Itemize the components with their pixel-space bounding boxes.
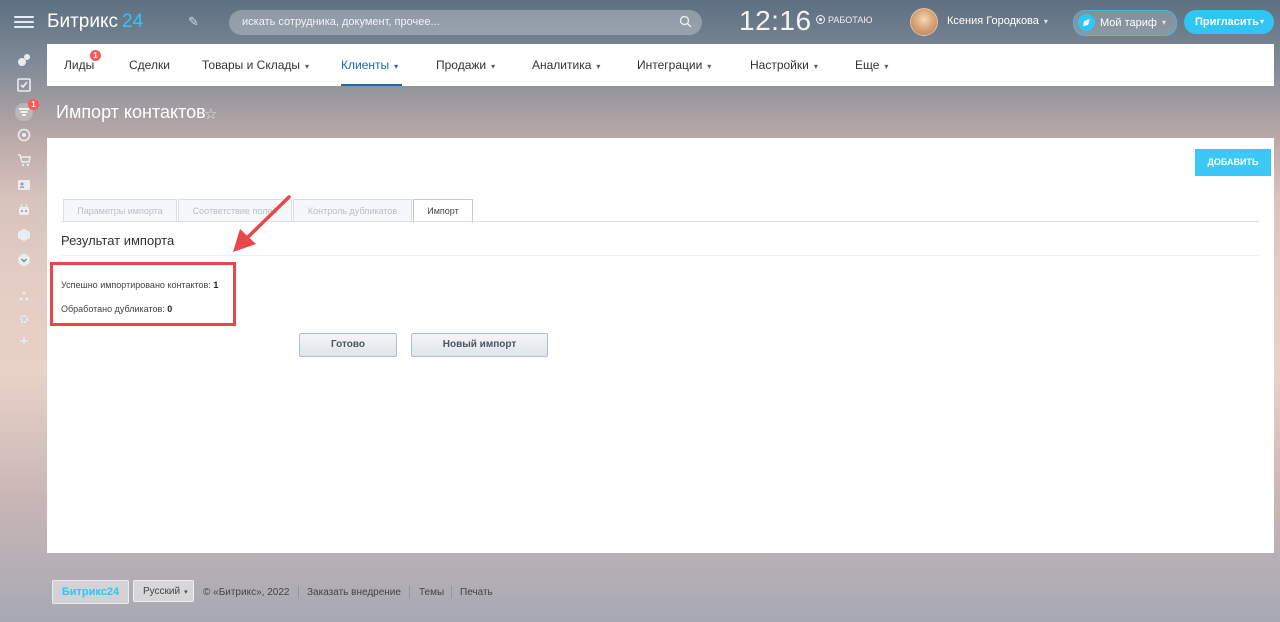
menu-item-deals[interactable]: Сделки [129,58,170,72]
box-icon[interactable] [17,228,31,242]
active-menu-underline [341,84,402,86]
work-status-label: РАБОТАЮ [828,15,873,25]
chevron-down-icon: ▾ [813,62,818,71]
crm-menu: Лиды 1 Сделки Товары и Склады ▾ Клиенты ▾ … [47,44,1274,86]
menu-item-label: Настройки [750,58,809,72]
chevron-down-icon: ▾ [394,62,399,71]
edit-icon[interactable]: ✎ [188,14,199,30]
invite-button[interactable]: Пригласить ▾ [1184,10,1274,34]
contacts-icon[interactable] [17,178,31,192]
menu-item-label: Интеграции [637,58,703,72]
tab-duplicate-control[interactable]: Контроль дубликатов [293,199,412,222]
search-placeholder: искать сотрудника, документ, прочее... [242,16,440,28]
cart-icon[interactable] [17,153,31,167]
menu-item-label: Аналитика [532,58,592,72]
crm-badge: 1 [28,99,39,110]
menu-item-products[interactable]: Товары и Склады ▾ [202,58,309,72]
rocket-icon [1078,14,1095,31]
tab-import-params[interactable]: Параметры импорта [63,199,177,222]
chevron-down-icon: ▾ [305,62,310,71]
menu-item-label: Сделки [129,58,170,72]
tariff-button[interactable]: Мой тариф ▾ [1073,10,1177,36]
footer: Битрикс24 Русский ▾ © «Битрикс», 2022 Зак… [47,576,1274,606]
logo-number: 24 [122,11,144,32]
top-bar: Битрикс 24 ✎ искать сотрудника, документ,… [0,0,1280,44]
chevron-down-icon: ▾ [1043,17,1048,26]
tariff-label: Мой тариф [1100,17,1157,29]
work-status[interactable]: РАБОТАЮ [816,15,873,25]
chevron-down-icon: ▾ [184,589,188,596]
search-icon[interactable] [679,15,692,33]
footer-separator [298,586,299,598]
menu-item-label: Еще [855,58,880,72]
menu-item-label: Товары и Склады [202,58,301,72]
chevron-circle-icon[interactable] [17,253,31,267]
gear-icon[interactable] [19,311,29,324]
tab-import[interactable]: Импорт [413,199,473,223]
new-import-button[interactable]: Новый импорт [411,333,548,357]
add-button[interactable]: ДОБАВИТЬ [1195,149,1271,176]
star-icon[interactable]: ☆ [204,105,217,123]
tasks-icon[interactable] [17,78,31,92]
footer-separator [451,586,452,598]
menu-item-label: Клиенты [341,58,390,72]
menu-item-integrations[interactable]: Интеграции ▾ [637,58,711,72]
copyright: © «Битрикс», 2022 [203,587,290,598]
chevron-down-icon: ▾ [1162,18,1167,27]
menu-item-analytics[interactable]: Аналитика ▾ [532,58,600,72]
feed-icon[interactable] [17,53,31,67]
avatar[interactable] [910,8,938,36]
logo[interactable]: Битрикс 24 [47,11,143,33]
menu-item-label: Продажи [436,58,487,72]
menu-item-leads[interactable]: Лиды [64,58,94,72]
tabs-divider [61,221,1259,222]
invite-label: Пригласить [1195,16,1259,28]
leads-badge: 1 [90,50,101,61]
chevron-down-icon: ▾ [707,62,712,71]
robot-icon[interactable] [17,203,31,217]
footer-link-order[interactable]: Заказать внедрение [307,587,401,598]
menu-item-more[interactable]: Еще ▾ [855,58,888,72]
page-title: Импорт контактов [56,102,206,122]
user-name: Ксения Городкова [947,15,1039,27]
work-area: ДОБАВИТЬ Параметры импорта Соответствие … [47,138,1274,553]
menu-item-label: Лиды [64,58,95,72]
menu-item-clients[interactable]: Клиенты ▾ [341,58,398,72]
chevron-down-icon: ▾ [491,62,496,71]
search-input[interactable]: искать сотрудника, документ, прочее... [229,10,702,35]
section-title: Результат импорта [61,233,175,248]
highlight-box [50,262,236,326]
footer-separator [409,586,410,598]
menu-item-sales[interactable]: Продажи ▾ [436,58,495,72]
plus-icon[interactable] [19,333,29,345]
clock[interactable]: 12:16 [739,5,812,37]
status-dot-icon [816,15,825,24]
logo-text: Битрикс [47,11,118,32]
user-menu[interactable]: Ксения Городкова ▾ [947,15,1048,27]
done-button[interactable]: Готово [299,333,397,357]
footer-link-themes[interactable]: Темы [419,587,444,598]
chevron-down-icon: ▾ [596,62,601,71]
chevron-down-icon: ▾ [884,62,889,71]
language-select[interactable]: Русский ▾ [133,580,194,602]
language-label: Русский [143,586,181,597]
footer-logo[interactable]: Битрикс24 [52,580,129,604]
menu-icon[interactable] [14,13,34,31]
tab-field-mapping[interactable]: Соответствие полей [178,199,292,222]
menu-item-settings[interactable]: Настройки ▾ [750,58,818,72]
footer-link-print[interactable]: Печать [460,587,493,598]
sitemap-icon[interactable] [19,288,29,301]
target-icon[interactable] [17,128,31,142]
chevron-down-icon: ▾ [1260,17,1265,26]
section-divider [61,255,1259,256]
